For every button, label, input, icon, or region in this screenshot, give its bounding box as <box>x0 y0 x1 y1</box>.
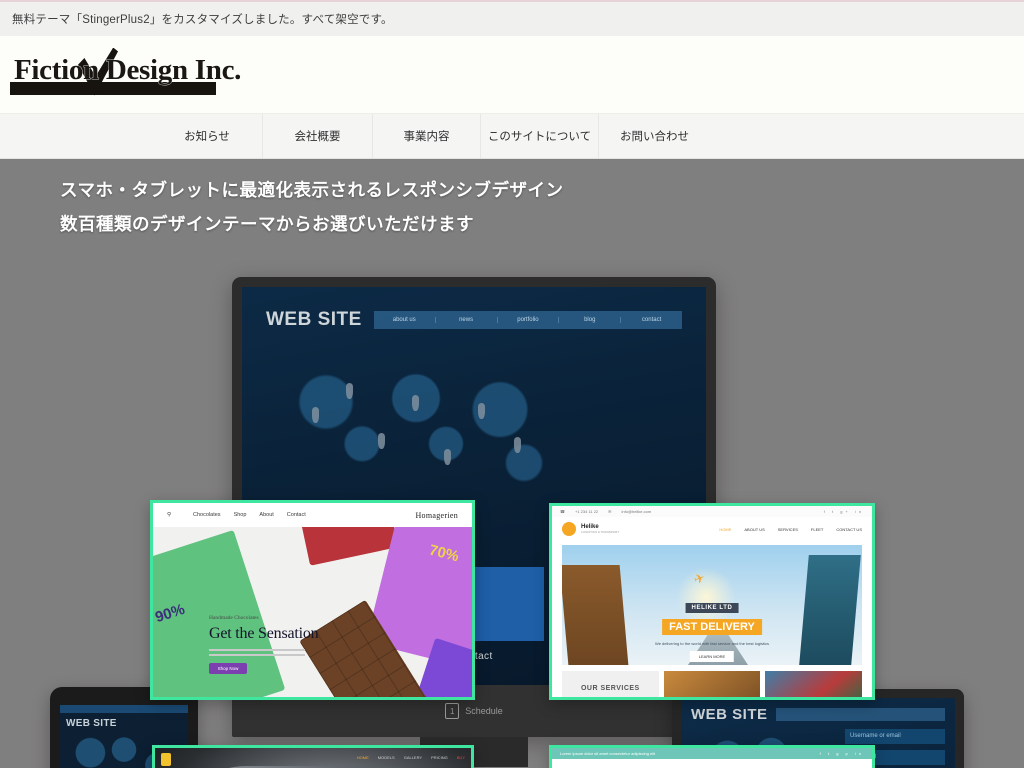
laptop-site-title: WEB SITE <box>691 706 768 723</box>
logistics-email: info@helike.com <box>621 509 652 514</box>
mockup-chocolate-site[interactable]: ⚲ Chocolates Shop About Contact Homageri… <box>150 500 475 700</box>
chocolate-nav-shop[interactable]: Shop <box>234 512 247 518</box>
chocolate-paragraph <box>209 649 305 656</box>
nav-item-contact[interactable]: お問い合わせ <box>598 114 710 158</box>
notice-bar: 無料テーマ「StingerPlus2」をカスタマイズしました。すべて架空です。 <box>0 0 1024 36</box>
chocolate-nav-about[interactable]: About <box>259 512 273 518</box>
nails-topbar: Lorem ipsum dolor sit amet consectetur a… <box>552 748 872 759</box>
logistics-phone: +1 234 11 22 <box>574 509 599 514</box>
nav-item-business[interactable]: 事業内容 <box>372 114 480 158</box>
logistics-banner-sub: We delivering to the world with fast ser… <box>655 641 769 646</box>
monitor-nav-contact[interactable]: contact <box>620 317 682 323</box>
car-nav: HOME MODELS GALLERY PRICING BUY <box>357 755 465 760</box>
service-photo-2 <box>765 671 863 697</box>
hero-headline-2: 数百種類のデザインテーマからお選びいただけます <box>60 214 474 234</box>
laptop-site-header: WEB SITE <box>681 698 955 723</box>
site-logo[interactable]: Fiction Design Inc. <box>10 47 242 98</box>
chocolate-title: Get the Sensation <box>209 625 319 642</box>
car-nav-home[interactable]: HOME <box>357 755 369 760</box>
chocolate-brand: Homagerien <box>415 510 458 520</box>
mockup-nails-site[interactable]: Lorem ipsum dolor sit amet consectetur a… <box>549 745 875 768</box>
logistics-nav-services[interactable]: SERVICES <box>778 527 798 532</box>
main-navigation: お知らせ 会社概要 事業内容 このサイトについて お問い合わせ <box>0 113 1024 159</box>
hero-headline-1: スマホ・タブレットに最適化表示されるレスポンシブデザイン <box>60 180 564 200</box>
nails-header: Mon-Sat 9:00-21:00 Sun 11:00-18:00 SEVEN… <box>552 759 872 768</box>
logistics-header: Helike LOGISTICS & TRANSPORT HOME ABOUT … <box>552 517 872 541</box>
notice-text: 無料テーマ「StingerPlus2」をカスタマイズしました。すべて架空です。 <box>12 14 393 26</box>
chocolate-hero: 90% 70% Handmade Chocolates Get the Sens… <box>153 527 472 697</box>
nav-item-company[interactable]: 会社概要 <box>262 114 372 158</box>
logistics-nav-home[interactable]: HOME <box>719 527 731 532</box>
banner-title-light: DELIVERY <box>700 621 755 634</box>
social-icons[interactable]: f t g+ in <box>824 509 864 514</box>
site-header: Fiction Design Inc. <box>0 36 1024 113</box>
tablet-site-title: WEB SITE <box>66 718 117 729</box>
car-nav-buy[interactable]: BUY <box>457 755 465 760</box>
logistics-banner-title: FAST DELIVERY <box>662 619 762 636</box>
logistics-nav-contact[interactable]: CONTACT US <box>836 527 862 532</box>
logistics-nav-fleet[interactable]: FLEET <box>811 527 823 532</box>
chocolate-nav-contact[interactable]: Contact <box>287 512 306 518</box>
device-composition: WEB SITE about us news portfolio blog co… <box>0 159 1024 768</box>
logistics-nav: HOME ABOUT US SERVICES FLEET CONTACT US <box>719 527 862 532</box>
logo-text: Fiction Design Inc. <box>14 53 242 86</box>
nails-topbar-text: Lorem ipsum dolor sit amet consectetur a… <box>560 751 656 756</box>
logistics-banner-tag: HELIKE LTD <box>685 602 739 613</box>
schedule-label: Schedule <box>465 706 503 716</box>
monitor-nav-about[interactable]: about us <box>374 317 435 323</box>
mockup-logistics-site[interactable]: ☎ +1 234 11 22 ✉ info@helike.com f t g+ … <box>549 503 875 700</box>
sun-flare <box>676 566 736 627</box>
mockup-car-site[interactable]: HOME MODELS GALLERY PRICING BUY Future s… <box>152 745 474 768</box>
hero-copy: スマホ・タブレットに最適化表示されるレスポンシブデザイン 数百種類のデザインテー… <box>60 173 563 241</box>
car-nav-pricing[interactable]: PRICING <box>431 755 448 760</box>
chocolate-nav-chocolates[interactable]: Chocolates <box>193 512 221 518</box>
logistics-nav-about[interactable]: ABOUT US <box>744 527 764 532</box>
car-nav-models[interactable]: MODELS <box>378 755 395 760</box>
monitor-nav-portfolio[interactable]: portfolio <box>496 317 559 323</box>
monitor-site-title: WEB SITE <box>266 309 362 330</box>
logistics-banner: ✈ HELIKE LTD FAST DELIVERY We delivering… <box>562 545 862 665</box>
building-left <box>562 565 629 665</box>
service-photo-1 <box>663 671 761 697</box>
phone-icon: ☎ <box>560 509 565 514</box>
logistics-tagline: LOGISTICS & TRANSPORT <box>581 530 620 534</box>
car-hero: HOME MODELS GALLERY PRICING BUY Future s… <box>155 748 471 768</box>
building-right <box>799 555 861 665</box>
logistics-topbar: ☎ +1 234 11 22 ✉ info@helike.com f t g+ … <box>552 506 872 517</box>
monitor-nav-blog[interactable]: blog <box>558 317 620 323</box>
search-icon[interactable]: ⚲ <box>167 512 171 518</box>
chocolate-shop-button[interactable]: Shop Now <box>209 663 247 674</box>
chocolate-copy: Handmade Chocolates Get the Sensation Sh… <box>209 615 319 674</box>
monitor-site-header: WEB SITE about us news portfolio blog co… <box>266 309 682 331</box>
hero-section: スマホ・タブレットに最適化表示されるレスポンシブデザイン 数百種類のデザインテー… <box>0 159 1024 768</box>
laptop-site-nav[interactable] <box>775 708 945 721</box>
chocolate-bar-berry <box>297 527 399 566</box>
social-icons[interactable]: f t g p in <box>820 751 864 756</box>
car-logo-icon <box>161 753 171 766</box>
logistics-services-title: OUR SERVICES <box>562 671 659 697</box>
monitor-site-nav: about us news portfolio blog contact <box>373 311 682 329</box>
car-nav-gallery[interactable]: GALLERY <box>404 755 422 760</box>
chocolate-nav: ⚲ Chocolates Shop About Contact Homageri… <box>153 503 472 527</box>
logistics-learn-more-button[interactable]: LEARN MORE <box>689 650 735 662</box>
logistics-services: OUR SERVICES <box>552 665 872 697</box>
logistics-logo-icon <box>562 522 576 536</box>
chocolate-kicker: Handmade Chocolates <box>209 615 259 621</box>
nav-item-news[interactable]: お知らせ <box>152 114 262 158</box>
tablet-site-nav <box>60 705 188 713</box>
banner-title-bold: FAST <box>669 621 698 634</box>
calendar-icon: 1 <box>445 703 460 719</box>
username-field[interactable]: Username or email <box>845 729 945 744</box>
mail-icon: ✉ <box>608 509 612 514</box>
nav-item-about-site[interactable]: このサイトについて <box>480 114 598 158</box>
monitor-nav-news[interactable]: news <box>434 317 497 323</box>
